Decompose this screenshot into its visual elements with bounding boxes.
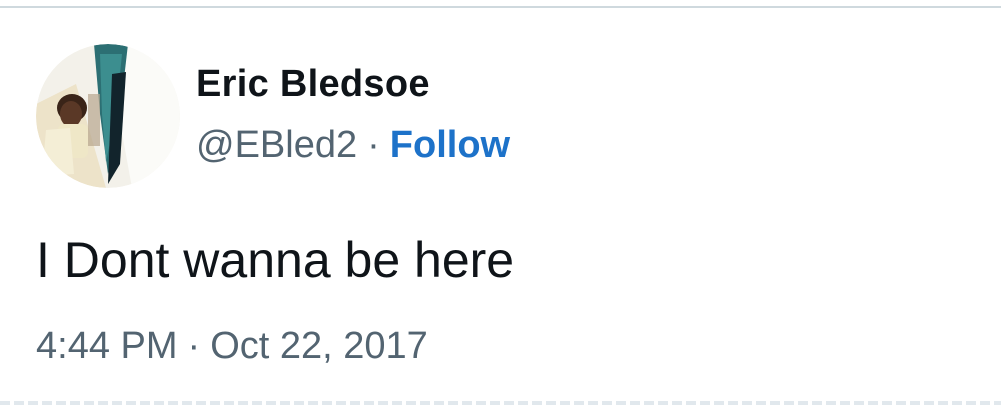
author-name[interactable]: Eric Bledsoe xyxy=(196,61,430,107)
tweet-date[interactable]: Oct 22, 2017 xyxy=(210,325,428,367)
handle-row: @EBled2 · Follow xyxy=(196,121,510,169)
tweet-card: Eric Bledsoe @EBled2 · Follow I Dont wanna… xyxy=(0,0,1001,405)
tweet-meta: 4:44 PM · Oct 22, 2017 xyxy=(36,322,428,370)
separator-dot: · xyxy=(367,124,380,166)
follow-button[interactable]: Follow xyxy=(390,124,510,166)
tweet-text: I Dont wanna be here xyxy=(36,232,515,288)
separator-dot: · xyxy=(187,325,201,367)
top-border xyxy=(0,6,1001,8)
avatar[interactable] xyxy=(36,44,180,188)
author-handle[interactable]: @EBled2 xyxy=(196,124,357,166)
bottom-border xyxy=(0,401,1001,405)
tweet-time[interactable]: 4:44 PM xyxy=(36,325,178,367)
profile-photo-icon xyxy=(36,44,180,188)
